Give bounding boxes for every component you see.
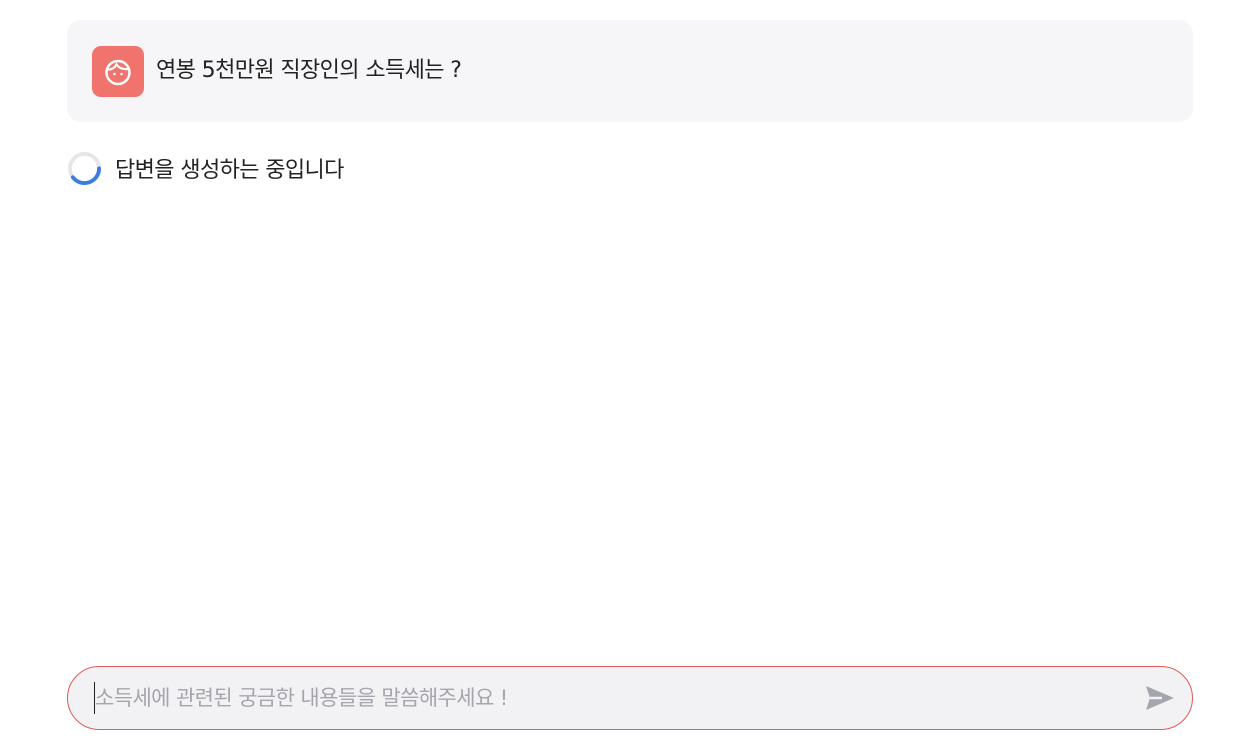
loading-indicator: 답변을 생성하는 중입니다 [67,150,344,186]
chat-input-bar [67,666,1193,730]
send-button[interactable] [1144,684,1176,712]
send-icon [1146,686,1174,710]
spinner-icon [67,151,102,185]
chat-input[interactable] [93,679,1113,717]
loading-text: 답변을 생성하는 중입니다 [115,158,344,183]
question-text: 연봉 5천만원 직장인의 소득세는 ? [156,58,462,83]
face-icon [105,59,131,85]
user-question-card: 연봉 5천만원 직장인의 소득세는 ? [67,20,1193,122]
user-avatar [92,46,144,97]
text-caret [94,682,95,714]
